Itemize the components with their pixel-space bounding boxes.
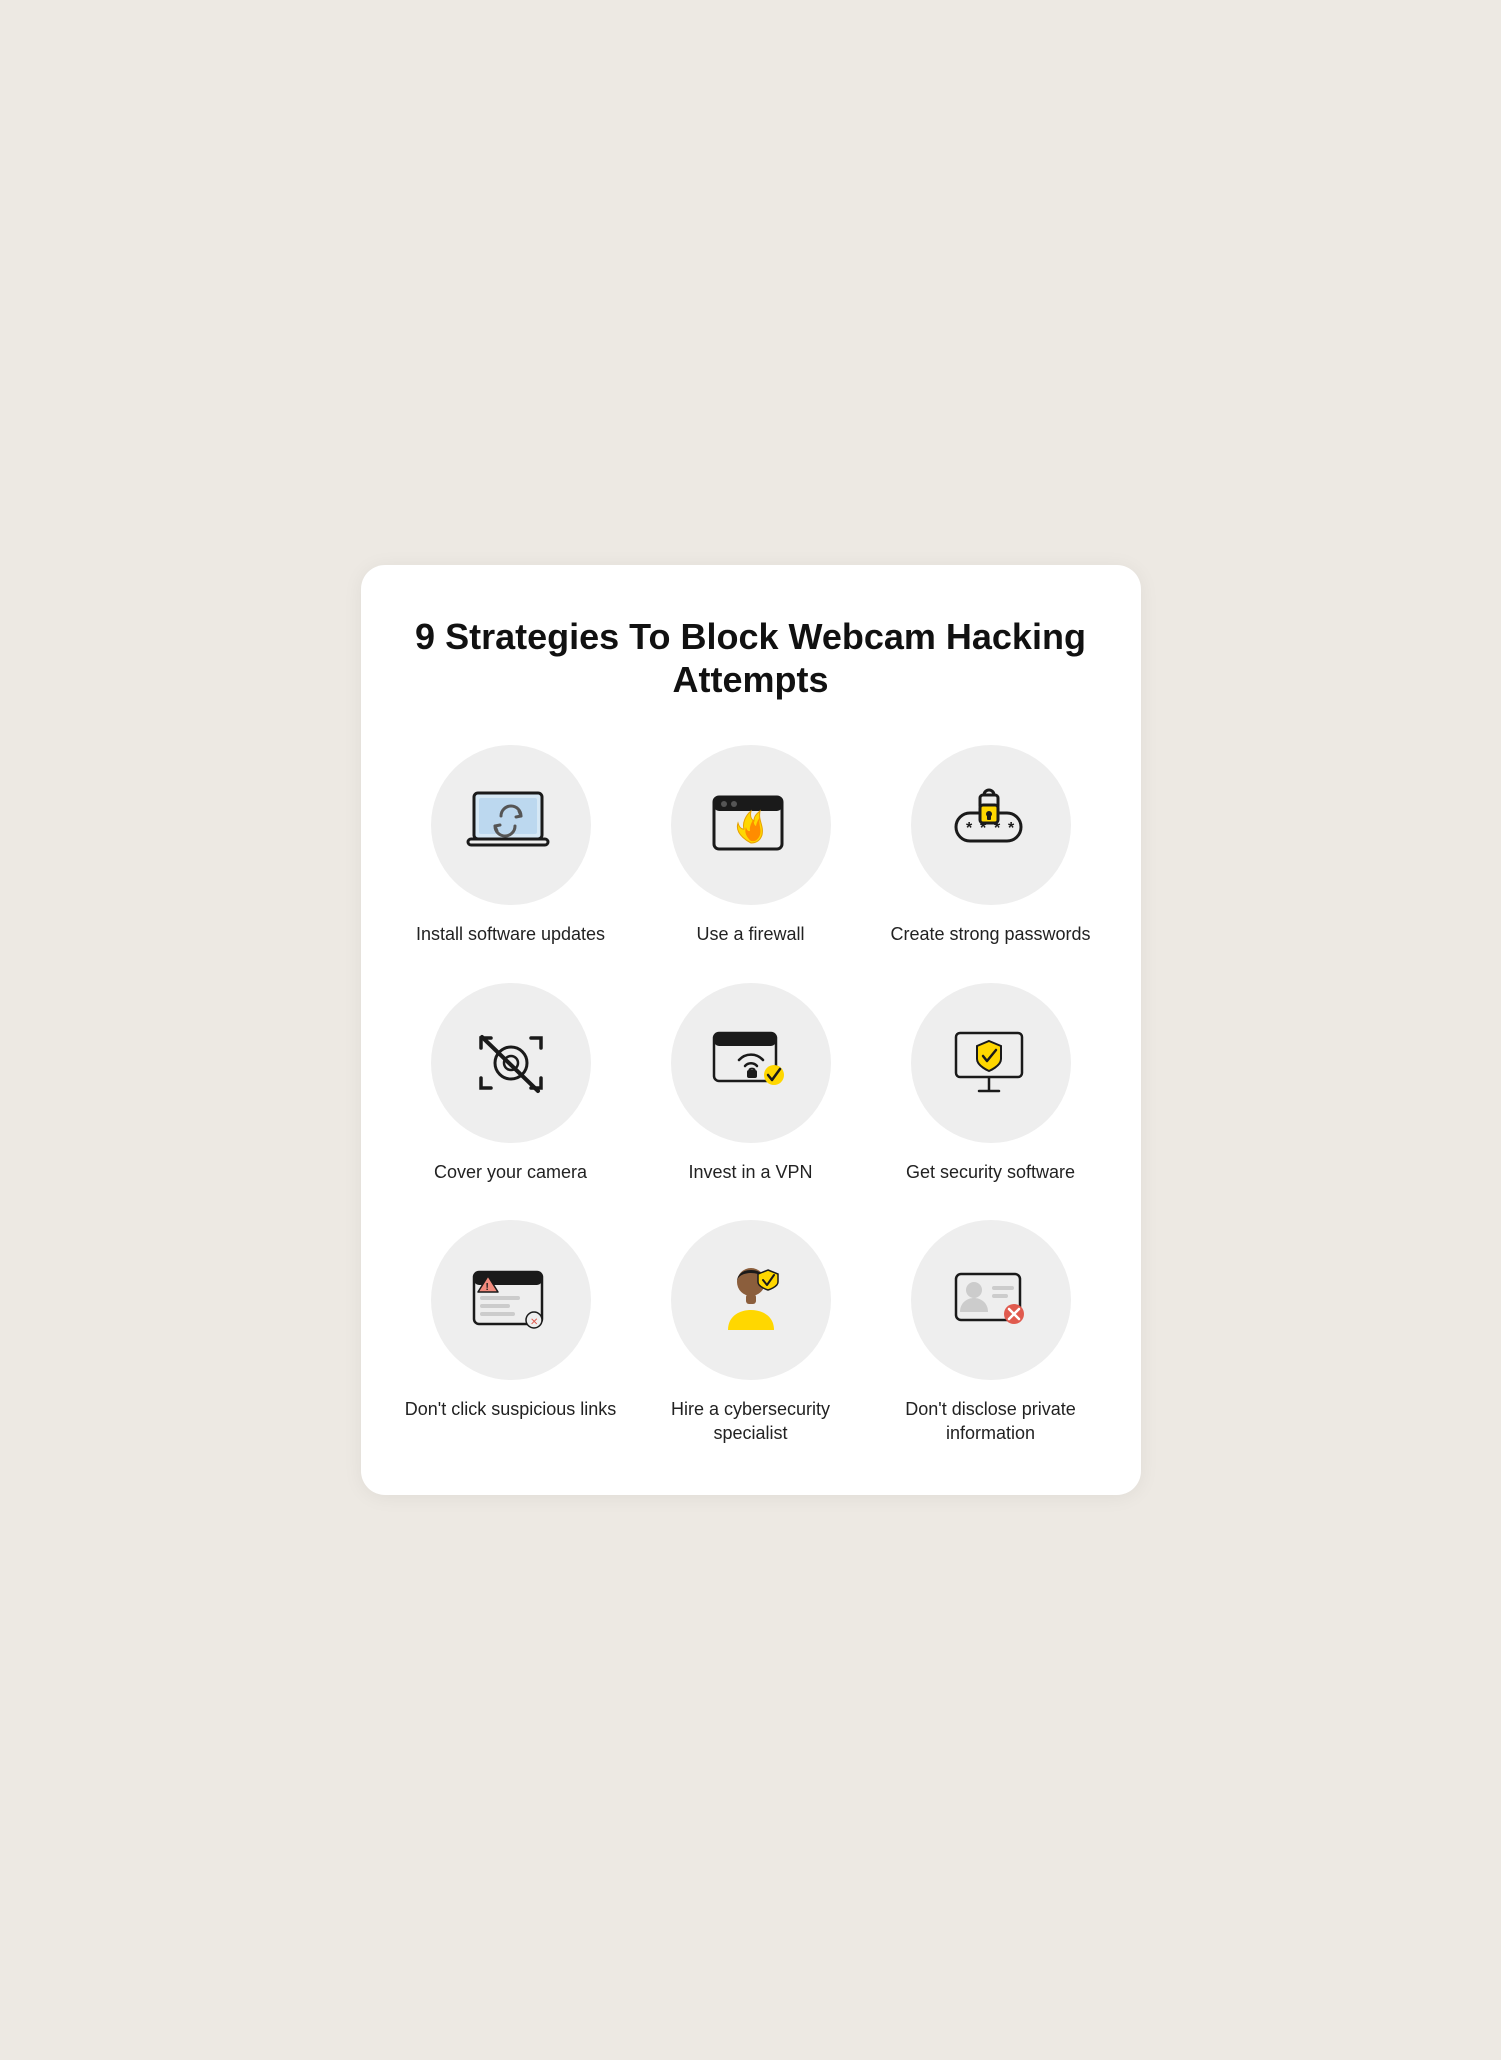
label-cybersecurity-specialist: Hire a cybersecurity specialist	[641, 1398, 861, 1445]
icon-circle-install-updates	[431, 745, 591, 905]
item-invest-vpn: Invest in a VPN	[641, 983, 861, 1184]
svg-text:*: *	[980, 820, 987, 837]
icon-circle-use-firewall	[671, 745, 831, 905]
icon-circle-strong-passwords: * * * *	[911, 745, 1071, 905]
cybersecurity-specialist-icon	[706, 1260, 796, 1340]
item-install-updates: Install software updates	[401, 745, 621, 946]
item-private-info: Don't disclose private information	[881, 1220, 1101, 1445]
item-suspicious-links: ! ✕ Don't click suspicious links	[401, 1220, 621, 1445]
item-strong-passwords: * * * * Create strong passwords	[881, 745, 1101, 946]
private-info-icon	[946, 1260, 1036, 1340]
camera-cover-icon	[466, 1023, 556, 1103]
icon-circle-suspicious-links: ! ✕	[431, 1220, 591, 1380]
laptop-refresh-icon	[466, 785, 556, 865]
item-security-software: Get security software	[881, 983, 1101, 1184]
svg-text:*: *	[1008, 820, 1015, 837]
page-title: 9 Strategies To Block Webcam Hacking Att…	[401, 615, 1101, 701]
item-cover-camera: Cover your camera	[401, 983, 621, 1184]
icon-circle-cybersecurity-specialist	[671, 1220, 831, 1380]
icon-circle-cover-camera	[431, 983, 591, 1143]
item-cybersecurity-specialist: Hire a cybersecurity specialist	[641, 1220, 861, 1445]
suspicious-links-icon: ! ✕	[466, 1260, 556, 1340]
item-use-firewall: Use a firewall	[641, 745, 861, 946]
label-private-info: Don't disclose private information	[881, 1398, 1101, 1445]
icon-circle-private-info	[911, 1220, 1071, 1380]
icon-circle-invest-vpn	[671, 983, 831, 1143]
strategies-grid: Install software updates Use a firew	[401, 745, 1101, 1445]
label-cover-camera: Cover your camera	[434, 1161, 587, 1184]
svg-text:*: *	[994, 820, 1001, 837]
svg-text:*: *	[966, 820, 973, 837]
security-software-icon	[946, 1023, 1036, 1103]
label-use-firewall: Use a firewall	[696, 923, 804, 946]
label-invest-vpn: Invest in a VPN	[688, 1161, 812, 1184]
vpn-icon	[706, 1023, 796, 1103]
svg-text:!: !	[485, 1282, 488, 1293]
label-install-updates: Install software updates	[416, 923, 605, 946]
password-icon: * * * *	[946, 785, 1036, 865]
icon-circle-security-software	[911, 983, 1071, 1143]
label-security-software: Get security software	[906, 1161, 1075, 1184]
firewall-icon	[706, 785, 796, 865]
label-strong-passwords: Create strong passwords	[890, 923, 1090, 946]
main-card: 9 Strategies To Block Webcam Hacking Att…	[361, 565, 1141, 1495]
label-suspicious-links: Don't click suspicious links	[405, 1398, 617, 1421]
svg-text:✕: ✕	[530, 1317, 538, 1328]
